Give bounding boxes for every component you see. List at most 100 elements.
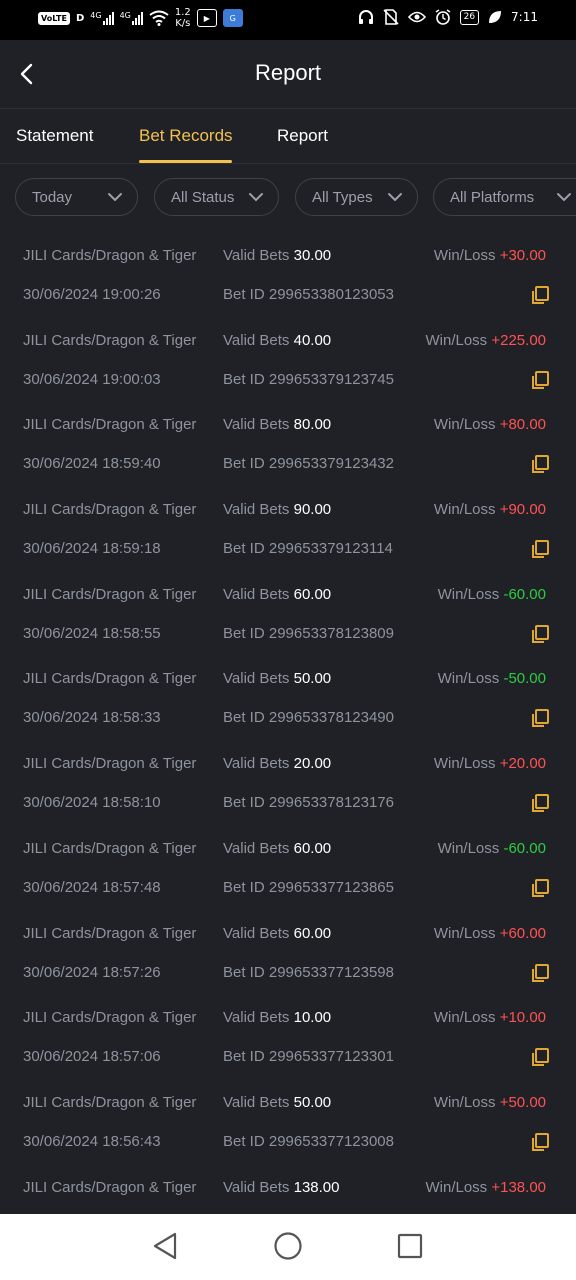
game-name: JILI Cards/Dragon & Tiger <box>23 1178 197 1196</box>
bet-id-value: 299653379123745 <box>268 370 394 388</box>
network-type-label: 4G <box>90 11 102 20</box>
bet-record-row: JILI Cards/Dragon & Tiger Valid Bets 90.0… <box>0 490 576 575</box>
copy-icon[interactable] <box>530 454 550 474</box>
bet-record-row: JILI Cards/Dragon & Tiger Valid Bets 80.0… <box>0 405 576 490</box>
valid-bets: Valid Bets 60.00 <box>223 840 331 857</box>
game-name: JILI Cards/Dragon & Tiger <box>23 1093 197 1111</box>
tab-bar: Statement Bet Records Report <box>0 109 576 164</box>
bet-record-row: JILI Cards/Dragon & Tiger Valid Bets 30.0… <box>0 236 576 321</box>
filter-platform-label: All Platforms <box>450 188 535 206</box>
bet-id-label: Bet ID <box>223 709 265 727</box>
recents-square-icon[interactable] <box>396 1231 424 1261</box>
win-loss-value: +10.00 <box>499 1009 546 1027</box>
win-loss-value: +225.00 <box>491 331 546 349</box>
copy-icon[interactable] <box>530 285 550 305</box>
bet-time: 30/06/2024 18:57:26 <box>23 963 161 981</box>
filter-date-label: Today <box>32 188 73 206</box>
battery-icon: 26 <box>459 9 480 25</box>
copy-icon[interactable] <box>530 793 550 813</box>
valid-bets: Valid Bets 40.00 <box>223 332 331 349</box>
bet-time: 30/06/2024 18:59:18 <box>23 540 161 558</box>
bet-record-row: JILI Cards/Dragon & Tiger Valid Bets 20.0… <box>0 744 576 829</box>
game-name: JILI Cards/Dragon & Tiger <box>23 924 197 942</box>
chevron-down-icon <box>108 193 122 202</box>
copy-icon[interactable] <box>530 1132 550 1152</box>
speed-value: 1.2 <box>174 7 191 18</box>
copy-icon[interactable] <box>530 963 550 983</box>
bet-id-label: Bet ID <box>223 1132 265 1150</box>
win-loss-value: +20.00 <box>499 755 546 773</box>
valid-bets-label: Valid Bets <box>223 501 290 519</box>
bet-id: Bet ID 299653377123598 <box>223 964 394 981</box>
headphones-icon <box>358 10 373 24</box>
filter-type-dropdown[interactable]: All Types <box>295 178 418 216</box>
alarm-icon <box>435 9 450 25</box>
game-name: JILI Cards/Dragon & Tiger <box>23 585 197 603</box>
win-loss: Win/Loss +60.00 <box>434 925 546 942</box>
bet-record-row: JILI Cards/Dragon & Tiger Valid Bets 60.0… <box>0 914 576 999</box>
tab-report[interactable]: Report <box>277 126 328 146</box>
copy-icon[interactable] <box>530 624 550 644</box>
tab-statement[interactable]: Statement <box>16 126 94 146</box>
win-loss-label: Win/Loss <box>433 755 496 773</box>
copy-icon[interactable] <box>530 539 550 559</box>
bet-id: Bet ID 299653379123745 <box>223 371 394 388</box>
win-loss-label: Win/Loss <box>433 924 496 942</box>
filter-platform-dropdown[interactable]: All Platforms <box>433 178 576 216</box>
win-loss-value: +60.00 <box>499 924 546 942</box>
bet-time: 30/06/2024 18:56:43 <box>23 1132 161 1150</box>
page-title: Report <box>254 60 322 85</box>
back-triangle-icon[interactable] <box>151 1231 179 1261</box>
bet-id-label: Bet ID <box>223 455 265 473</box>
system-nav-bar <box>0 1214 576 1280</box>
valid-bets: Valid Bets 138.00 <box>223 1179 340 1196</box>
win-loss-label: Win/Loss <box>437 585 500 603</box>
bet-id-value: 299653378123490 <box>268 709 394 727</box>
win-loss-label: Win/Loss <box>425 1178 488 1196</box>
bet-id: Bet ID 299653379123114 <box>223 540 393 557</box>
filter-status-dropdown[interactable]: All Status <box>154 178 279 216</box>
bet-id-value: 299653377123008 <box>268 1132 394 1150</box>
bet-time: 30/06/2024 19:00:26 <box>23 286 161 303</box>
bet-id-value: 299653378123176 <box>268 794 394 812</box>
valid-bets-value: 50.00 <box>293 1093 332 1111</box>
game-name: JILI Cards/Dragon & Tiger <box>23 839 197 857</box>
valid-bets-value: 60.00 <box>293 585 332 603</box>
win-loss-label: Win/Loss <box>433 1093 496 1111</box>
win-loss: Win/Loss -60.00 <box>438 586 546 603</box>
filter-status-label: All Status <box>171 188 235 206</box>
network-speed: 1.2 K/s <box>175 7 191 29</box>
valid-bets-value: 138.00 <box>293 1178 340 1196</box>
win-loss-value: +90.00 <box>499 501 546 519</box>
win-loss: Win/Loss +10.00 <box>434 1009 546 1026</box>
volte-icon: VoLTE <box>38 11 70 25</box>
win-loss: Win/Loss +225.00 <box>426 332 547 349</box>
bet-id-value: 299653378123809 <box>268 624 394 642</box>
bet-id-value: 299653377123598 <box>268 963 394 981</box>
win-loss-label: Win/Loss <box>433 1009 496 1027</box>
chevron-down-icon <box>388 193 402 202</box>
copy-icon[interactable] <box>530 878 550 898</box>
copy-icon[interactable] <box>530 708 550 728</box>
bet-id-value: 299653379123432 <box>268 455 394 473</box>
bet-record-row: JILI Cards/Dragon & Tiger Valid Bets 50.0… <box>0 659 576 744</box>
copy-icon[interactable] <box>530 370 550 390</box>
win-loss-label: Win/Loss <box>425 331 488 349</box>
filter-type-label: All Types <box>312 188 373 206</box>
bet-id-label: Bet ID <box>223 1048 265 1066</box>
win-loss-label: Win/Loss <box>437 839 500 857</box>
filter-date-dropdown[interactable]: Today <box>15 178 138 216</box>
game-name: JILI Cards/Dragon & Tiger <box>23 1009 197 1027</box>
copy-icon[interactable] <box>530 1047 550 1067</box>
win-loss: Win/Loss +80.00 <box>434 416 546 433</box>
valid-bets-value: 60.00 <box>293 924 332 942</box>
game-name: JILI Cards/Dragon & Tiger <box>23 755 197 773</box>
signal-icon-2: 4G <box>120 11 143 25</box>
win-loss-label: Win/Loss <box>433 247 496 264</box>
home-circle-icon[interactable] <box>273 1231 303 1261</box>
valid-bets-value: 20.00 <box>293 755 332 773</box>
valid-bets-label: Valid Bets <box>223 247 290 264</box>
bet-record-row: JILI Cards/Dragon & Tiger Valid Bets 10.0… <box>0 998 576 1083</box>
tab-bet-records[interactable]: Bet Records <box>139 126 233 146</box>
bet-time: 30/06/2024 18:57:48 <box>23 878 161 896</box>
